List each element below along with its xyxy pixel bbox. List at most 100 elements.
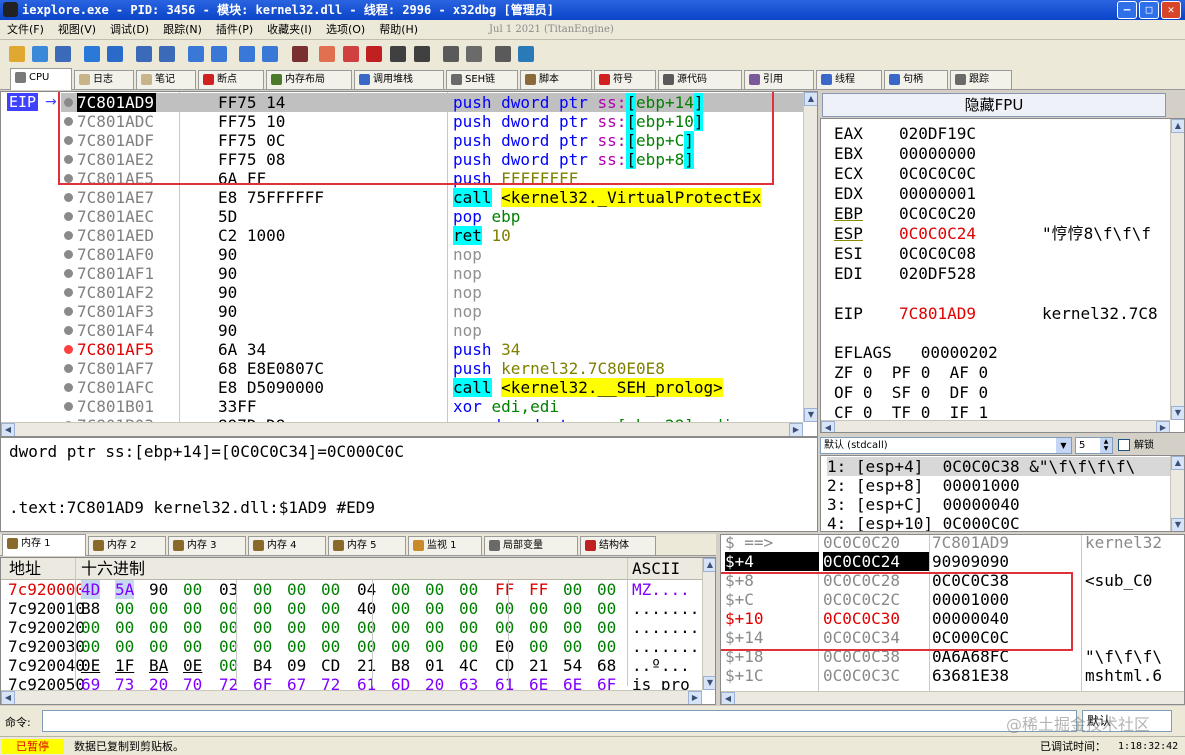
stack-address[interactable]: 0C0C0C24 [823,552,929,571]
dump-byte[interactable]: 00 [81,637,100,656]
flags-line[interactable]: ZF 0 PF 0 AF 0 [834,363,988,382]
scroll-left-icon[interactable]: ◀ [821,421,835,432]
settings-icon[interactable] [466,46,482,62]
dump-byte[interactable]: 21 [357,656,376,675]
dump-byte[interactable]: 00 [183,580,202,599]
disasm-vscroll[interactable]: ▲ ▼ [803,92,817,422]
dump-byte[interactable]: 00 [563,599,582,618]
scroll-down-icon[interactable]: ▼ [1171,406,1184,420]
tabs_top-tab-4[interactable]: 内存布局 [266,70,352,89]
tabs_top-tab-2[interactable]: 笔记 [136,70,196,89]
dump-byte[interactable]: 00 [425,637,444,656]
register-row[interactable]: ECX 0C0C0C0C [821,164,1170,184]
disasm-hscroll[interactable]: ◀ ▶ [1,422,803,436]
dump-row[interactable]: 7c920030 00 00 00 00 00 00 00 00 00 00 00 00 E0 00 00 00… [1,637,703,656]
argument-row[interactable]: 3: [esp+C] 00000040 [827,495,1020,514]
register-row[interactable]: EAX 020DF19C [821,124,1170,144]
dump-byte[interactable]: 0E [81,656,100,675]
dump-byte[interactable]: 00 [391,599,410,618]
patch-icon[interactable] [319,46,335,62]
breakpoint-dot-icon[interactable] [64,364,73,373]
tabs_top-tab-12[interactable]: 句柄 [884,70,948,89]
dump-row[interactable]: 7c920010 B8 00 00 00 00 00 00 00 40 00 00 00 00 00 00 00… [1,599,703,618]
tabs_top-tab-13[interactable]: 跟踪 [950,70,1012,89]
command-input[interactable] [42,710,1077,732]
dump-byte[interactable]: 00 [391,637,410,656]
font-icon[interactable] [443,46,459,62]
dump-byte[interactable]: 00 [183,637,202,656]
scroll-right-icon[interactable]: ▶ [688,691,702,704]
dump-byte[interactable]: 54 [563,656,582,675]
breakpoint-dot-icon[interactable] [64,269,73,278]
disasm-row[interactable]: 7C801AFC E8 D5090000 call <kernel32.__SEH_… [61,378,803,397]
dump-byte[interactable]: 00 [183,618,202,637]
disasm-row[interactable]: 7C801AF1 90 nop [61,264,803,283]
dump-byte[interactable]: 00 [391,580,410,599]
tabs_bottom-tab-5[interactable]: 监视 1 [408,536,482,555]
dump-byte[interactable]: 00 [287,599,306,618]
breakpoint-dot-icon[interactable] [64,231,73,240]
spin-icon[interactable]: ▲ ▼ [1100,438,1112,453]
breakpoint-dot-icon[interactable] [64,383,73,392]
register-value[interactable]: 020DF19C [899,124,976,143]
dump-byte[interactable]: B4 [253,656,272,675]
dump-byte[interactable]: 00 [81,618,100,637]
minimize-button[interactable]: – [1117,1,1137,19]
dump-byte[interactable]: CD [321,656,340,675]
breakpoint-dot-icon[interactable] [64,345,73,354]
dump-byte[interactable]: 4C [459,656,478,675]
arguments-vscroll[interactable]: ▲ ▼ [1170,456,1184,531]
disassembly-panel[interactable]: EIP → 7C801AD9 FF75 14 push dword ptr ss:[… [0,91,818,437]
stack-row[interactable]: $+4 0C0C0C24 90909090 [721,552,1184,571]
registers-hscroll[interactable]: ◀ ▶ [821,420,1170,432]
menu-item-1[interactable]: 视图(V) [51,20,103,40]
registers-panel[interactable]: EAX 020DF19C EBX 00000000 ECX 0C0C0C0C EDX 0000… [820,118,1185,433]
register-value[interactable]: 0C0C0C24 [899,224,976,243]
tabs_top-tab-8[interactable]: 符号 [594,70,656,89]
dump-byte[interactable]: 00 [321,618,340,637]
dump-byte[interactable]: 00 [391,618,410,637]
tabs_top-tab-3[interactable]: 断点 [198,70,264,89]
function-icon[interactable] [390,46,406,62]
disasm-row[interactable]: 7C801AEC 5D pop ebp [61,207,803,226]
register-row[interactable]: EDX 00000001 [821,184,1170,204]
dump-byte[interactable]: 00 [287,580,306,599]
dump-byte[interactable]: 00 [425,618,444,637]
stop-icon[interactable] [55,46,71,62]
scroll-up-icon[interactable]: ▲ [804,92,817,106]
register-row[interactable]: EDI 020DF528 [821,264,1170,284]
registers-vscroll[interactable]: ▲ ▼ [1170,119,1184,420]
run-to-return-icon[interactable] [262,46,278,62]
dump-row[interactable]: 7c920000 4D 5A 90 00 03 00 00 00 04 00 00 00 FF FF 00 00… [1,580,703,599]
disasm-row[interactable]: 7C801B01 33FF xor edi,edi [61,397,803,416]
menu-item-0[interactable]: 文件(F) [0,20,51,40]
scroll-left-icon[interactable]: ◀ [721,692,735,704]
tabs_top-tab-10[interactable]: 引用 [744,70,814,89]
scylla-icon[interactable] [292,46,308,62]
dump-byte[interactable]: 00 [149,637,168,656]
comment-icon[interactable] [343,46,359,62]
breakpoint-dot-icon[interactable] [64,250,73,259]
stack-panel[interactable]: $ ==> 0C0C0C20 7C801AD9 kernel32 $+4 0C0C0C24… [720,534,1185,705]
dump-byte[interactable]: 00 [357,618,376,637]
dump-byte[interactable]: 00 [563,637,582,656]
dump-byte[interactable]: 90 [149,580,168,599]
register-value[interactable]: 0C0C0C0C [899,164,976,183]
menu-item-4[interactable]: 插件(P) [209,20,260,40]
disasm-row[interactable]: 7C801AF7 68 E8E0807C push kernel32.7C80E0E… [61,359,803,378]
run-to-user-icon[interactable] [239,46,255,62]
calculator-icon[interactable] [495,46,511,62]
dump-byte[interactable]: 0E [183,656,202,675]
dump-byte[interactable]: 00 [597,580,616,599]
disasm-row[interactable]: 7C801AF3 90 nop [61,302,803,321]
dump-byte[interactable]: FF [495,580,514,599]
dump-byte[interactable]: 00 [597,637,616,656]
dump-byte[interactable]: 00 [425,580,444,599]
hash-icon[interactable] [414,46,430,62]
disasm-row[interactable]: 7C801AF2 90 nop [61,283,803,302]
dump-byte[interactable]: 09 [287,656,306,675]
scroll-up-icon[interactable]: ▲ [703,558,715,572]
unlock-checkbox[interactable] [1118,439,1130,451]
dump-row[interactable]: 7c920020 00 00 00 00 00 00 00 00 00 00 00 00 00 00 00 00… [1,618,703,637]
scroll-up-icon[interactable]: ▲ [1171,456,1184,470]
